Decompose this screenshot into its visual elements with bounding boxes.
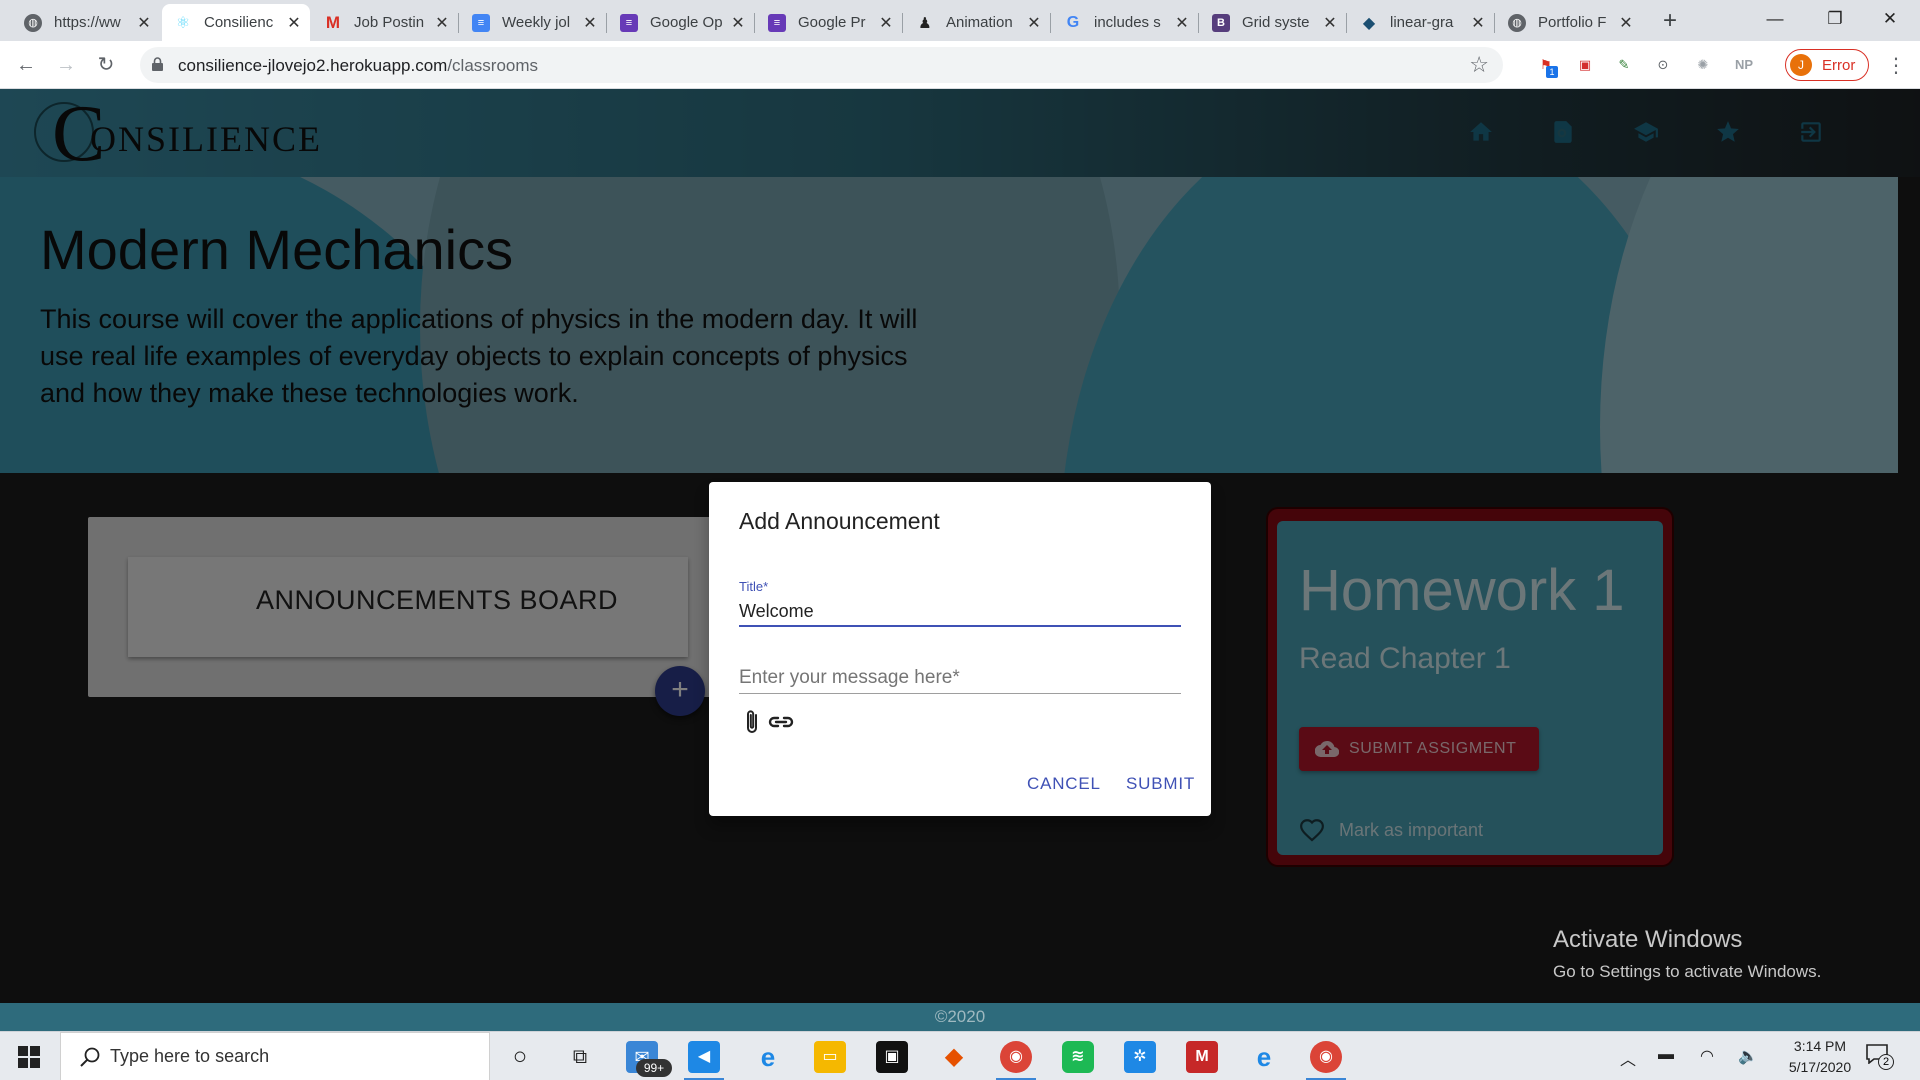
forms-icon: ≡ [620,13,638,32]
app-blue-icon[interactable]: ✲ [1124,1041,1156,1073]
vscode-icon[interactable]: ◀ [688,1041,720,1073]
close-tab-icon[interactable]: ✕ [1618,13,1634,33]
extension-gear-icon[interactable]: ✺ [1692,54,1714,76]
close-tab-icon[interactable]: ✕ [1322,13,1338,33]
bookmark-star-icon[interactable]: ☆ [1469,52,1489,78]
battery-icon[interactable]: ▬ [1658,1046,1674,1064]
minimize-button[interactable]: — [1745,0,1805,41]
browser-tab[interactable]: ◆ linear-gra ✕ [1348,4,1494,41]
spotify-icon[interactable]: ≋ [1062,1041,1094,1073]
close-tab-icon[interactable]: ✕ [730,13,746,33]
internet-explorer-icon[interactable]: e [752,1041,784,1073]
browser-tab[interactable]: ≡ Google Pr ✕ [756,4,902,41]
dialog-title: Add Announcement [739,508,940,534]
browser-tab[interactable]: ♟ Animation ✕ [904,4,1050,41]
close-tab-icon[interactable]: ✕ [1174,13,1190,33]
browser-tab[interactable]: ◍ Portfolio F ✕ [1496,4,1642,41]
volume-icon[interactable]: 🔈 [1738,1046,1758,1066]
bootstrap-icon: B [1212,13,1230,32]
tray-chevron-icon[interactable]: ︿ [1620,1046,1636,1070]
title-input[interactable] [739,597,1181,627]
page-footer: ©2020 [0,1003,1920,1031]
browser-tab[interactable]: M Job Postin ✕ [312,4,458,41]
store-icon[interactable]: ▣ [876,1041,908,1073]
activate-windows-watermark: Activate Windows Go to Settings to activ… [1553,926,1822,981]
extension-feather-icon[interactable]: ✎ [1613,54,1635,76]
browser-tab[interactable]: ≡ Weekly jol ✕ [460,4,606,41]
browser-tab[interactable]: B Grid syste ✕ [1200,4,1346,41]
extension-np-icon[interactable]: NP [1733,54,1755,76]
message-input[interactable] [739,662,1181,694]
penguin-icon: ♟ [918,14,932,32]
cancel-button[interactable]: CANCEL [1027,774,1101,794]
browser-menu-icon[interactable]: ⋮ [1886,53,1906,78]
reload-button[interactable]: ↻ [92,51,120,79]
new-tab-button[interactable]: + [1656,8,1684,36]
mcafee-icon[interactable]: M [1186,1041,1218,1073]
browser-tab-bar: ◍ https://ww ✕ ⚛ Consilienc ✕ M Job Post… [0,0,1920,41]
task-view-icon[interactable]: ⧉ [564,1041,596,1073]
add-announcement-dialog: Add Announcement Title* CANCEL SUBMIT [709,482,1211,816]
close-tab-icon[interactable]: ✕ [878,13,894,33]
title-field-label: Title* [739,579,769,594]
bird-icon: ◆ [1362,14,1376,32]
page: C ONSILIENCE Modern Mechanics This cours… [0,89,1920,1031]
attach-file-icon[interactable] [742,708,762,736]
browser-toolbar: ← → ↻ consilience-jlovejo2.herokuapp.com… [0,41,1920,89]
google-icon: G [1066,13,1080,31]
taskbar-search-box[interactable]: Type here to search [60,1032,490,1080]
gmail-icon: M [325,12,341,32]
extension-badge: 1 [1546,66,1558,78]
chrome-icon[interactable]: ◉ [1310,1041,1342,1073]
globe-icon: ◍ [24,13,42,32]
lock-icon [152,57,163,71]
git-icon[interactable]: ◆ [938,1041,970,1073]
browser-tab[interactable]: ◍ https://ww ✕ [12,4,160,41]
cortana-icon[interactable]: ○ [504,1041,536,1073]
taskbar-clock[interactable]: 3:14 PM 5/17/2020 [1760,1036,1880,1078]
docs-icon: ≡ [472,13,490,32]
windows-start-icon[interactable] [18,1046,40,1068]
file-explorer-icon[interactable]: ▭ [814,1041,846,1073]
close-tab-icon[interactable]: ✕ [434,13,450,33]
pocket-icon[interactable]: ▣ [1574,54,1596,76]
notification-center-icon[interactable]: 2 [1866,1044,1896,1070]
react-icon: ⚛ [175,14,191,32]
close-tab-icon[interactable]: ✕ [286,13,302,33]
globe-icon: ◍ [1508,13,1526,32]
close-tab-icon[interactable]: ✕ [582,13,598,33]
url-text: consilience-jlovejo2.herokuapp.com/class… [178,56,539,75]
forward-button[interactable]: → [52,51,80,79]
back-button[interactable]: ← [12,51,40,79]
browser-tab-active[interactable]: ⚛ Consilienc ✕ [162,4,310,41]
close-tab-icon[interactable]: ✕ [1026,13,1042,33]
close-tab-icon[interactable]: ✕ [136,13,152,33]
forms-icon: ≡ [768,13,786,32]
chrome-icon[interactable]: ◉ [1000,1041,1032,1073]
windows-taskbar: Type here to search ○ ⧉ ✉ 99+ ◀ e ▭ ▣ ◆ … [0,1031,1920,1080]
browser-tab[interactable]: G includes s ✕ [1052,4,1198,41]
mail-badge: 99+ [636,1059,672,1077]
restore-button[interactable]: ❐ [1805,0,1865,41]
search-icon [80,1047,100,1067]
browser-tab[interactable]: ≡ Google Op ✕ [608,4,754,41]
avatar: J [1790,54,1812,76]
insert-link-icon[interactable] [767,712,795,732]
wifi-icon[interactable]: ◠ [1700,1046,1714,1066]
close-tab-icon[interactable]: ✕ [1470,13,1486,33]
submit-button[interactable]: SUBMIT [1126,774,1195,794]
close-window-button[interactable]: ✕ [1860,0,1920,41]
profile-error-button[interactable]: J Error [1785,49,1869,81]
address-bar[interactable]: consilience-jlovejo2.herokuapp.com/class… [140,47,1503,83]
internet-explorer-icon[interactable]: e [1248,1041,1280,1073]
extension-circle-icon[interactable]: ⊙ [1652,54,1674,76]
